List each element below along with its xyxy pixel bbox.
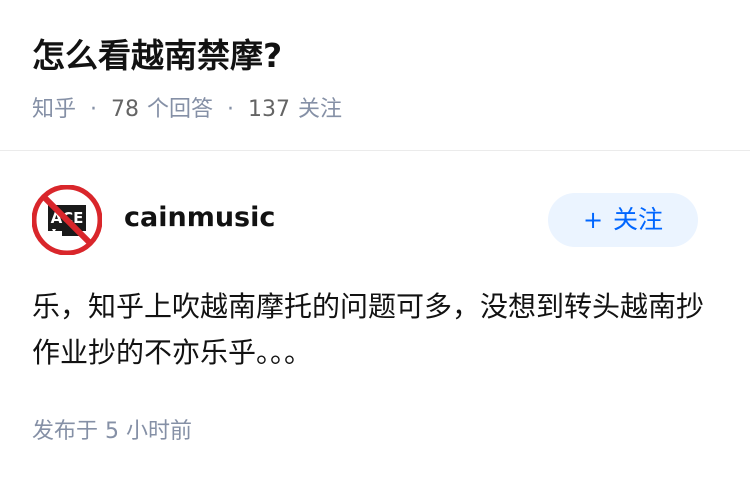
question-meta: 知乎 · 78 个回答 · 137 关注: [32, 94, 342, 126]
author-name[interactable]: cainmusic: [124, 200, 275, 236]
meta-separator: ·: [227, 97, 235, 122]
meta-separator: ·: [90, 97, 98, 122]
source-label[interactable]: 知乎: [32, 94, 76, 126]
divider: [0, 150, 750, 151]
question-title[interactable]: 怎么看越南禁摩?: [32, 34, 282, 78]
plus-icon: +: [582, 206, 604, 234]
question-header: 怎么看越南禁摩? 知乎 · 78 个回答 · 137 关注: [0, 0, 750, 150]
no-ace-logo-icon: ACE: [31, 184, 103, 256]
avatar[interactable]: ACE: [31, 184, 103, 256]
answer-count: 78: [111, 97, 140, 122]
author-row: ACE cainmusic + 关注: [0, 170, 750, 270]
follow-button[interactable]: + 关注: [548, 193, 698, 247]
follow-button-label: 关注: [613, 205, 664, 234]
publish-time: 发布于 5 小时前: [32, 419, 192, 444]
follow-count: 137: [248, 97, 291, 122]
answer-count-label: 个回答: [147, 97, 214, 122]
follow-count-label: 关注: [298, 97, 343, 122]
answer-content[interactable]: 乐，知乎上吹越南摩托的问题可多，没想到转头越南抄作业抄的不亦乐乎。。。: [32, 284, 712, 376]
